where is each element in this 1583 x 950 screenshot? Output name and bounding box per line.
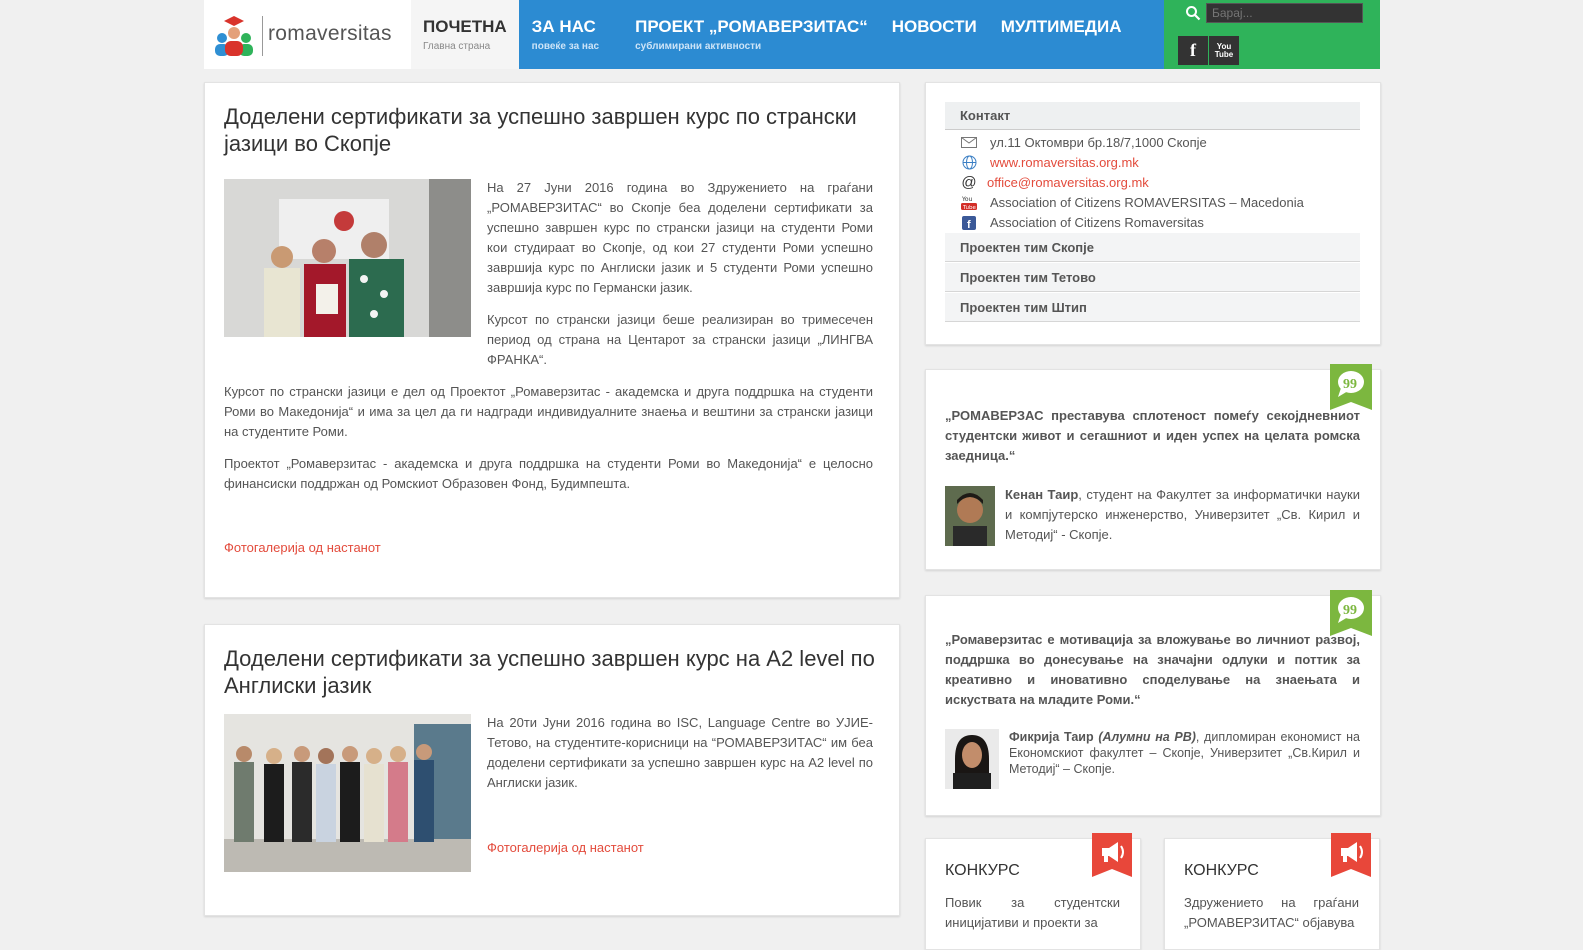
article-paragraph: Курсот по странски јазици е дел од Проек…: [224, 384, 873, 439]
contact-youtube: You Tube Association of Citizens ROMAVERS…: [960, 195, 1304, 210]
nav-item-title: ПРОЕКТ „РОМАВЕРЗИТАС“: [635, 17, 868, 36]
svg-text:f: f: [967, 219, 971, 230]
megaphone-icon: [1092, 833, 1132, 877]
team-skopje-item[interactable]: Проектен тим Скопје: [945, 233, 1360, 262]
search-icon[interactable]: [1185, 5, 1201, 21]
site-header: romaversitas ПОЧЕТНА Главна страна ЗА НА…: [204, 0, 1380, 69]
at-icon: @: [961, 174, 977, 191]
logo-people-icon: [215, 16, 253, 56]
nav-item-title: ЗА НАС: [531, 17, 596, 36]
article-photo[interactable]: [224, 179, 471, 337]
envelope-icon: [960, 136, 978, 150]
youtube-link[interactable]: Association of Citizens ROMAVERSITAS – M…: [990, 195, 1304, 210]
contact-panel: Контакт ул.11 Октомври бр.18/7,1000 Скоп…: [925, 82, 1381, 345]
article-paragraph: Проектот „Ромаверзитас - академска и дру…: [224, 456, 873, 491]
testimonial-author: Фикрија Таир (Алумни на РВ), дипломиран …: [1009, 729, 1360, 777]
author-name: Кенан Таир: [1005, 487, 1079, 502]
contact-address: ул.11 Октомври бр.18/7,1000 Скопје: [960, 135, 1207, 150]
main-nav: ПОЧЕТНА Главна страна ЗА НАС повеќе за н…: [411, 0, 1134, 69]
search-input[interactable]: [1206, 3, 1363, 23]
contest-text: Повик за студентски иницијативи и проект…: [945, 895, 1120, 930]
article-paragraph: На 20ти Јуни 2016 година во ISC, Languag…: [487, 715, 873, 790]
address-text: ул.11 Октомври бр.18/7,1000 Скопје: [990, 135, 1207, 150]
contest-title[interactable]: КОНКУРС: [1184, 862, 1259, 880]
contact-website: www.romaversitas.org.mk: [960, 155, 1139, 170]
svg-text:99: 99: [1343, 603, 1357, 618]
article-paragraph: На 27 Јуни 2016 година во Здружението на…: [487, 180, 873, 295]
social-links: f You Tube: [1178, 36, 1239, 65]
author-name: Фикрија Таир: [1009, 730, 1094, 744]
globe-icon: [960, 155, 978, 170]
youtube-icon[interactable]: You Tube: [1209, 36, 1239, 65]
nav-item-home[interactable]: ПОЧЕТНА Главна страна: [411, 0, 519, 69]
nav-item-subtitle: повеќе за нас: [531, 41, 600, 52]
gallery-link[interactable]: Фотогалерија од настанот: [224, 540, 381, 555]
search-social-panel: f You Tube: [1164, 0, 1380, 69]
article-card: Доделени сертификати за успешно завршен …: [204, 624, 900, 916]
nav-item-title: МУЛТИМЕДИА: [1000, 17, 1122, 36]
contest-text: Здружението на граѓани „РОМАВЕРЗИТАС“ об…: [1184, 895, 1359, 930]
svg-text:Tube: Tube: [962, 205, 977, 210]
contact-facebook: f Association of Citizens Romaversitas: [960, 215, 1204, 230]
testimonial-card: 99 „Ромаверзитас е мотивација за вложува…: [925, 590, 1381, 816]
speech-bubble-icon: 99: [1330, 364, 1372, 410]
youtube-icon: You Tube: [960, 196, 978, 210]
megaphone-icon: [1331, 833, 1371, 877]
team-tetovo-item[interactable]: Проектен тим Тетово: [945, 263, 1360, 292]
article-paragraph: Курсот по странски јазици беше реализира…: [487, 312, 873, 367]
article-card: Доделени сертификати за успешно завршен …: [204, 82, 900, 598]
contest-card: КОНКУРС Здружението на граѓани „РОМАВЕРЗ…: [1164, 833, 1380, 950]
nav-item-title: НОВОСТИ: [891, 17, 977, 36]
svg-text:You: You: [961, 196, 973, 203]
site-logo[interactable]: romaversitas: [204, 0, 411, 69]
contest-card: КОНКУРС Повик за студентски иницијативи …: [925, 833, 1141, 950]
facebook-icon: f: [960, 215, 978, 230]
testimonial-avatar: [945, 729, 999, 789]
testimonial-quote: „РОМАВЕРЗАС преставува сплотеност помеѓу…: [945, 408, 1360, 463]
article-photo[interactable]: [224, 714, 471, 872]
contact-heading[interactable]: Контакт: [945, 102, 1360, 130]
testimonial-author: Кенан Таир, студент на Факултет за инфор…: [1005, 485, 1360, 545]
testimonial-avatar: [945, 486, 995, 546]
facebook-icon[interactable]: f: [1178, 36, 1208, 65]
contest-title[interactable]: КОНКУРС: [945, 862, 1020, 880]
nav-item-about[interactable]: ЗА НАС повеќе за нас: [519, 0, 623, 69]
team-shtip-item[interactable]: Проектен тим Штип: [945, 293, 1360, 322]
nav-item-project[interactable]: ПРОЕКТ „РОМАВЕРЗИТАС“ сублимирани активн…: [623, 0, 880, 69]
nav-item-news[interactable]: НОВОСТИ: [880, 0, 989, 69]
nav-item-subtitle: сублимирани активности: [635, 41, 762, 52]
testimonial-card: 99 „РОМАВЕРЗАС преставува сплотеност пом…: [925, 364, 1381, 570]
logo-text: romaversitas: [268, 22, 392, 45]
nav-item-subtitle: Главна страна: [423, 41, 491, 52]
nav-item-multimedia[interactable]: МУЛТИМЕДИА: [989, 0, 1134, 69]
website-link[interactable]: www.romaversitas.org.mk: [990, 155, 1139, 170]
testimonial-quote: „Ромаверзитас е мотивација за вложување …: [945, 632, 1360, 707]
nav-item-title: ПОЧЕТНА: [423, 17, 507, 36]
email-link[interactable]: office@romaversitas.org.mk: [987, 175, 1149, 190]
svg-text:99: 99: [1343, 377, 1357, 392]
facebook-link[interactable]: Association of Citizens Romaversitas: [990, 215, 1204, 230]
article-title[interactable]: Доделени сертификати за успешно завршен …: [224, 103, 882, 157]
article-title[interactable]: Доделени сертификати за успешно завршен …: [224, 645, 882, 699]
gallery-link[interactable]: Фотогалерија од настанот: [487, 840, 644, 855]
author-note: (Алумни на РВ): [1098, 730, 1196, 744]
contact-email: @ office@romaversitas.org.mk: [960, 174, 1149, 191]
logo-separator: [262, 16, 263, 56]
